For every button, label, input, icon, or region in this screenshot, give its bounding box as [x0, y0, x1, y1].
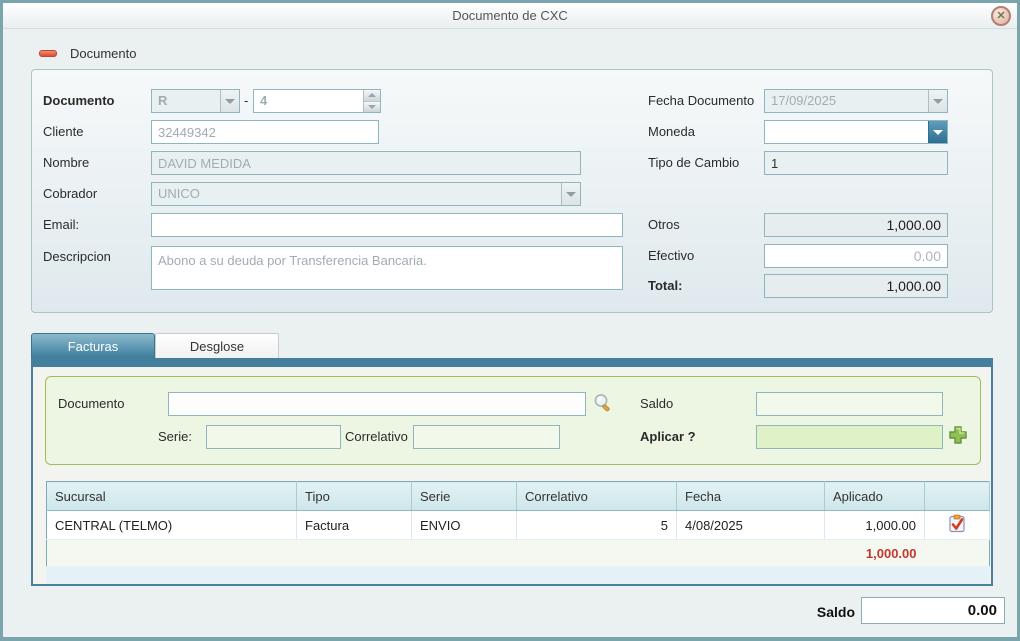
footer-saldo-input — [861, 597, 1005, 624]
section-title: Documento — [70, 46, 136, 61]
cell-aplicado: 1,000.00 — [825, 511, 925, 540]
aplicar-label: Aplicar ? — [640, 425, 696, 449]
tab-facturas[interactable]: Facturas — [31, 333, 155, 358]
cobrador-label: Cobrador — [43, 182, 97, 206]
otros-label: Otros — [648, 213, 680, 237]
grid-empty-area — [46, 566, 989, 584]
total-label: Total: — [648, 274, 682, 298]
fecha-documento-select[interactable]: 17/09/2025 — [764, 89, 948, 113]
cell-correlativo: 5 — [517, 511, 677, 540]
search-documento-input[interactable] — [168, 392, 586, 416]
serie-label: Serie: — [158, 425, 192, 449]
chevron-down-icon[interactable] — [220, 90, 239, 112]
close-icon[interactable]: ✕ — [991, 6, 1011, 26]
collapse-dash-icon[interactable] — [39, 50, 57, 57]
col-actions — [925, 482, 990, 511]
aplicar-input[interactable] — [756, 425, 943, 449]
tab-desglose[interactable]: Desglose — [155, 333, 279, 358]
cliente-label: Cliente — [43, 120, 83, 144]
email-label: Email: — [43, 213, 79, 237]
documento-label: Documento — [43, 89, 115, 113]
col-fecha[interactable]: Fecha — [677, 482, 825, 511]
search-saldo-input — [756, 392, 943, 416]
documento-cxc-dialog: Documento de CXC ✕ Documento Documento C… — [0, 0, 1020, 641]
tipo-cambio-label: Tipo de Cambio — [648, 151, 739, 175]
col-sucursal[interactable]: Sucursal — [47, 482, 297, 511]
table-header-row: Sucursal Tipo Serie Correlativo Fecha Ap… — [47, 482, 990, 511]
spinner-up-icon[interactable] — [364, 90, 380, 102]
cell-fecha: 4/08/2025 — [677, 511, 825, 540]
correlativo-label: Correlativo — [345, 425, 408, 449]
cell-tipo: Factura — [297, 511, 412, 540]
total-input — [764, 274, 948, 298]
cell-action — [925, 511, 990, 540]
search-saldo-label: Saldo — [640, 392, 673, 416]
moneda-select[interactable] — [764, 120, 948, 144]
table-total-row: 1,000.00 — [47, 540, 990, 567]
efectivo-label: Efectivo — [648, 244, 694, 268]
col-tipo[interactable]: Tipo — [297, 482, 412, 511]
footer-saldo-label: Saldo — [745, 600, 855, 624]
col-serie[interactable]: Serie — [412, 482, 517, 511]
col-aplicado[interactable]: Aplicado — [825, 482, 925, 511]
search-documento-label: Documento — [58, 392, 124, 416]
section-header: Documento — [39, 46, 136, 61]
window-title: Documento de CXC — [452, 8, 568, 23]
documento-serie-select[interactable]: R — [151, 89, 240, 113]
documento-numero-stepper[interactable]: 4 — [253, 89, 381, 113]
otros-input — [764, 213, 948, 237]
col-correlativo[interactable]: Correlativo — [517, 482, 677, 511]
cobrador-select[interactable]: UNICO — [151, 182, 581, 206]
tipo-cambio-input — [764, 151, 948, 175]
tab-strip: Facturas Desglose — [31, 333, 279, 358]
correlativo-input[interactable] — [413, 425, 560, 449]
email-input[interactable] — [151, 213, 623, 237]
title-bar: Documento de CXC ✕ — [3, 3, 1017, 29]
chevron-down-icon[interactable] — [561, 183, 580, 205]
nombre-label: Nombre — [43, 151, 89, 175]
cell-serie: ENVIO — [412, 511, 517, 540]
efectivo-input[interactable] — [764, 244, 948, 268]
fecha-documento-label: Fecha Documento — [648, 89, 754, 113]
serie-input[interactable] — [206, 425, 341, 449]
descripcion-label: Descripcion — [43, 245, 111, 269]
spinner-down-icon[interactable] — [364, 102, 380, 113]
green-plus-icon[interactable] — [947, 424, 969, 446]
nombre-input — [151, 151, 581, 175]
descripcion-textarea[interactable]: Abono a su deuda por Transferencia Banca… — [151, 246, 623, 290]
chevron-down-icon[interactable] — [928, 90, 947, 112]
moneda-label: Moneda — [648, 120, 695, 144]
clipboard-check-icon[interactable] — [948, 514, 966, 533]
cell-sucursal: CENTRAL (TELMO) — [47, 511, 297, 540]
magnifier-icon[interactable] — [592, 392, 614, 414]
aplicado-total: 1,000.00 — [825, 540, 925, 567]
documento-separator: - — [244, 89, 248, 113]
cliente-input[interactable] — [151, 120, 379, 144]
invoice-search-panel — [45, 376, 981, 465]
invoices-table: Sucursal Tipo Serie Correlativo Fecha Ap… — [46, 481, 990, 567]
chevron-down-icon[interactable] — [928, 121, 947, 143]
table-row[interactable]: CENTRAL (TELMO) Factura ENVIO 5 4/08/202… — [47, 511, 990, 540]
